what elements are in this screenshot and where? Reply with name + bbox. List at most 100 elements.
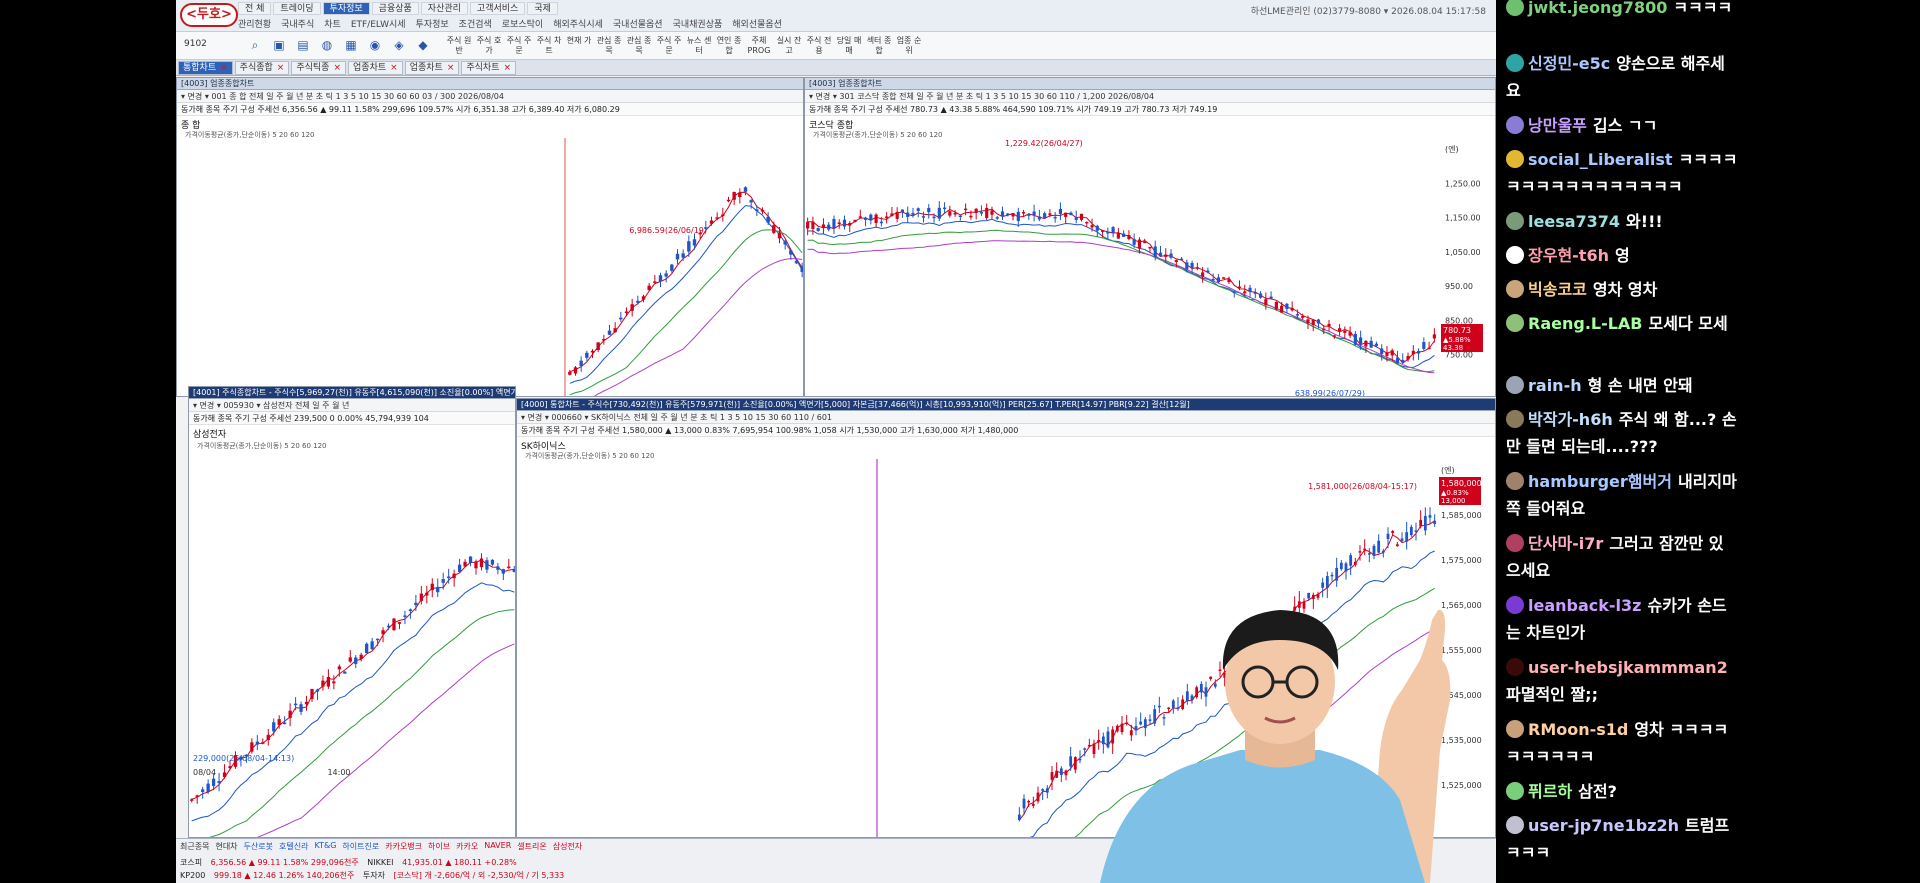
screen-tab[interactable]: 통합차트 × xyxy=(178,61,233,75)
kosdaq-chart-window[interactable]: [4003] 업종종합차트 ▾ 면경 ▾ 301 코스닥 종합 전체 일 주 월… xyxy=(804,77,1496,397)
recent-ticker[interactable]: 최근종목 xyxy=(180,841,209,852)
recent-ticker[interactable]: NAVER xyxy=(484,841,511,852)
chat-nickname[interactable]: leesa7374 xyxy=(1528,212,1620,231)
menu-top-item[interactable]: 투자정보 xyxy=(322,2,370,15)
menu-sub-item[interactable]: ETF/ELW시세 xyxy=(351,17,406,30)
chart-controls[interactable]: ▾ 면경 ▾ 001 종 합 전체 일 주 월 년 분 초 틱 1 3 5 10… xyxy=(177,90,803,103)
chat-nickname[interactable]: 퓌르하 xyxy=(1528,782,1572,801)
screen-tab[interactable]: 업종차트 × xyxy=(348,61,403,75)
search-icon[interactable]: ⌕ xyxy=(246,36,264,54)
avatar[interactable] xyxy=(1506,658,1524,676)
toolbar-shortcut[interactable]: 주체 PROG xyxy=(746,36,772,56)
chat-nickname[interactable]: 낭만울푸 xyxy=(1528,116,1587,135)
avatar[interactable] xyxy=(1506,816,1524,834)
close-icon[interactable]: × xyxy=(333,63,341,73)
recent-ticker[interactable]: 카카오뱅크 xyxy=(385,841,422,852)
toolbar-shortcut[interactable]: 관심 종목 xyxy=(596,36,622,56)
screen-tab[interactable]: 주식틱종 × xyxy=(291,61,347,75)
avatar[interactable] xyxy=(1506,782,1524,800)
avatar[interactable] xyxy=(1506,472,1524,490)
samsung-chart-window[interactable]: [4001] 주식종합차트 - 주식수[5,969,27(천)] 유동주[4,6… xyxy=(188,386,516,838)
avatar[interactable] xyxy=(1506,376,1524,394)
globe-icon[interactable]: ◍ xyxy=(318,36,336,54)
avatar[interactable] xyxy=(1506,534,1524,552)
menu-sub-item[interactable]: 국내선물옵션 xyxy=(613,17,663,30)
toolbar-shortcut[interactable]: 뉴스 센터 xyxy=(686,36,712,56)
close-icon[interactable]: × xyxy=(277,63,285,73)
toolbar-shortcut[interactable]: 현재 가 xyxy=(566,36,592,56)
lock-icon[interactable]: ▣ xyxy=(270,36,288,54)
chat-nickname[interactable]: leanback-l3z xyxy=(1528,596,1641,615)
chat-nickname[interactable]: Raeng.L-LAB xyxy=(1528,314,1643,333)
chat-nickname[interactable]: RMoon-s1d xyxy=(1528,720,1628,739)
toolbar-shortcut[interactable]: 주식 주문 xyxy=(656,36,682,56)
avatar[interactable] xyxy=(1506,410,1524,428)
chat-nickname[interactable]: 빅송코코 xyxy=(1528,280,1587,299)
monitor-icon[interactable]: ▤ xyxy=(294,36,312,54)
avatar[interactable] xyxy=(1506,314,1524,332)
recent-ticker[interactable]: KT&G xyxy=(314,841,336,852)
close-icon[interactable]: × xyxy=(503,63,511,73)
toolbar-shortcut[interactable]: 주식 원반 xyxy=(446,36,472,56)
toolbar-shortcut[interactable]: 섹터 종합 xyxy=(866,36,892,56)
avatar[interactable] xyxy=(1506,54,1524,72)
chart-controls[interactable]: ▾ 면경 ▾ 000660 ▾ SK하이닉스 전체 일 주 월 년 분 초 틱 … xyxy=(517,411,1495,424)
toolbar-shortcut[interactable]: 업종 순위 xyxy=(896,36,922,56)
screen-tab[interactable]: 주식종합 × xyxy=(234,61,290,75)
phone-icon[interactable]: ◆ xyxy=(414,36,432,54)
menu-top-item[interactable]: 트레이딩 xyxy=(273,2,321,15)
menu-sub-item[interactable]: 조건검색 xyxy=(459,17,492,30)
menu-sub-item[interactable]: 국내채권상품 xyxy=(673,17,723,30)
screen-code-input[interactable]: 9102 xyxy=(184,39,207,49)
chat-nickname[interactable]: 장우현-t6h xyxy=(1528,246,1609,265)
menu-sub-item[interactable]: 해외주식시세 xyxy=(553,17,603,30)
chat-nickname[interactable]: 신정민-e5c xyxy=(1528,54,1610,73)
avatar[interactable] xyxy=(1506,212,1524,230)
chart-controls[interactable]: ▾ 면경 ▾ 005930 ▾ 삼성전자 전체 일 주 월 년 xyxy=(189,399,515,412)
app-logo[interactable]: <두호> xyxy=(180,3,238,27)
menu-sub-item[interactable]: 차트 xyxy=(324,17,341,30)
menu-sub-item[interactable]: 투자정보 xyxy=(416,17,449,30)
chat-nickname[interactable]: rain-h xyxy=(1528,376,1582,395)
avatar[interactable] xyxy=(1506,246,1524,264)
close-icon[interactable]: × xyxy=(390,63,398,73)
close-icon[interactable]: × xyxy=(220,63,228,73)
avatar[interactable] xyxy=(1506,280,1524,298)
menu-top-item[interactable]: 금융상품 xyxy=(371,2,419,15)
toolbar-shortcut[interactable]: 주식 주문 xyxy=(506,36,532,56)
screen-tab[interactable]: 업종차트 × xyxy=(404,61,460,75)
grid-icon[interactable]: ▦ xyxy=(342,36,360,54)
chat-nickname[interactable]: jwkt.jeong7800 xyxy=(1528,0,1667,17)
chat-icon[interactable]: ◉ xyxy=(366,36,384,54)
menu-top-item[interactable]: 전 체 xyxy=(238,2,272,15)
menu-sub-item[interactable]: 해외선물옵션 xyxy=(732,17,782,30)
avatar[interactable] xyxy=(1506,150,1524,168)
toolbar-shortcut[interactable]: 연인 종합 xyxy=(716,36,742,56)
chat-nickname[interactable]: user-hebsjkammman2 xyxy=(1528,658,1728,677)
toolbar-shortcut[interactable]: 주식 호가 xyxy=(476,36,502,56)
toolbar-shortcut[interactable]: 당일 매매 xyxy=(836,36,862,56)
menu-top-item[interactable]: 자산관리 xyxy=(420,2,468,15)
close-icon[interactable]: × xyxy=(447,63,455,73)
chat-nickname[interactable]: 단사마-i7r xyxy=(1528,534,1603,553)
recent-ticker[interactable]: 셀트리온 xyxy=(517,841,546,852)
avatar[interactable] xyxy=(1506,720,1524,738)
menu-top-item[interactable]: 고객서비스 xyxy=(469,2,526,15)
chat-nickname[interactable]: user-jp7ne1bz2h xyxy=(1528,816,1679,835)
menu-top-item[interactable]: 국제 xyxy=(527,2,558,15)
screen-tab[interactable]: 주식차트 × xyxy=(461,61,517,75)
toolbar-shortcut[interactable]: 주식 차트 xyxy=(536,36,562,56)
menu-sub-item[interactable]: 로보스탁이 xyxy=(502,17,543,30)
menu-sub-item[interactable]: 국내주식 xyxy=(281,17,314,30)
recent-ticker[interactable]: 삼성전자 xyxy=(553,841,582,852)
kospi-chart-window[interactable]: [4003] 업종종합차트 ▾ 면경 ▾ 001 종 합 전체 일 주 월 년 … xyxy=(176,77,804,397)
recent-ticker[interactable]: 호텔신라 xyxy=(279,841,308,852)
menu-sub-item[interactable]: 관리현황 xyxy=(238,17,271,30)
chat-nickname[interactable]: social_Liberalist xyxy=(1528,150,1673,169)
chat-nickname[interactable]: 박작가-h6h xyxy=(1528,410,1613,429)
toolbar-shortcut[interactable]: 주식 전용 xyxy=(806,36,832,56)
avatar[interactable] xyxy=(1506,0,1524,16)
chart-controls[interactable]: ▾ 면경 ▾ 301 코스닥 종합 전체 일 주 월 년 분 초 틱 1 3 5… xyxy=(805,90,1495,103)
avatar[interactable] xyxy=(1506,596,1524,614)
recent-ticker[interactable]: 하이트진로 xyxy=(342,841,379,852)
